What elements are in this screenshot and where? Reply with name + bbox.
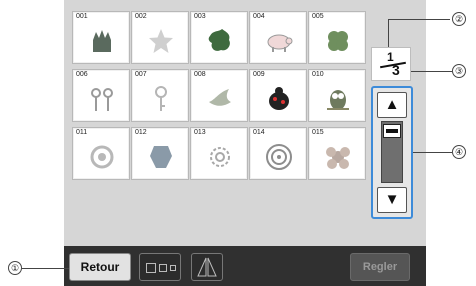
owl-icon [327, 90, 349, 110]
filigree-icon [210, 147, 230, 167]
pattern-selection-screen: 001 002 003 004 005 006 007 008 009 010 011 012 013 0… [64, 0, 426, 286]
scroll-control: ▲ ▼ [371, 86, 413, 219]
ornament-icon [90, 145, 114, 169]
size-large-icon [146, 263, 156, 273]
pattern-number: 003 [194, 13, 206, 20]
size-small-icon [170, 265, 176, 271]
pattern-number: 006 [76, 71, 88, 78]
callout-2-line [388, 19, 450, 20]
pattern-cell[interactable]: 014 [249, 127, 307, 180]
pattern-cell[interactable]: 005 [308, 11, 366, 64]
pattern-number: 008 [194, 71, 206, 78]
pattern-number: 001 [76, 13, 88, 20]
key-icon [155, 86, 167, 111]
pattern-cell[interactable]: 013 [190, 127, 248, 180]
callout-2-line-vertical [388, 19, 389, 47]
total-pages: 3 [392, 62, 400, 78]
star-icon [149, 29, 173, 53]
pattern-number: 005 [312, 13, 324, 20]
pattern-number: 004 [253, 13, 265, 20]
pattern-number: 007 [135, 71, 147, 78]
regler-button[interactable]: Regler [350, 253, 410, 281]
lion-crest-icon [150, 146, 172, 168]
pattern-cell[interactable]: 008 [190, 69, 248, 122]
pattern-cell[interactable]: 004 [249, 11, 307, 64]
size-button[interactable] [139, 253, 181, 281]
pattern-cell[interactable]: 003 [190, 11, 248, 64]
floral-icon [326, 147, 350, 169]
callout-1-line [22, 268, 69, 269]
callout-1: ① [8, 261, 22, 275]
pattern-number: 013 [194, 129, 206, 136]
pattern-number: 012 [135, 129, 147, 136]
scroll-track[interactable] [381, 121, 403, 183]
callout-4: ④ [452, 145, 466, 159]
pattern-number: 009 [253, 71, 265, 78]
mirror-button[interactable] [191, 253, 223, 281]
page-indicator: 1 3 [371, 47, 411, 81]
map-icon [208, 29, 230, 51]
callout-2: ② [452, 12, 466, 26]
ladybug-icon [269, 87, 289, 110]
cherries-icon [91, 88, 113, 111]
pattern-cell[interactable]: 006 [72, 69, 130, 122]
callout-3: ③ [452, 64, 466, 78]
pattern-cell[interactable]: 001 [72, 11, 130, 64]
clover-icon [328, 31, 348, 51]
pattern-cell[interactable]: 007 [131, 69, 189, 122]
pattern-cell[interactable]: 002 [131, 11, 189, 64]
pattern-number: 010 [312, 71, 324, 78]
scroll-down-button[interactable]: ▼ [377, 187, 407, 213]
pattern-cell[interactable]: 010 [308, 69, 366, 122]
medallion-icon [266, 144, 292, 170]
pattern-number: 015 [312, 129, 324, 136]
dove-icon [209, 89, 231, 106]
scroll-thumb[interactable] [383, 124, 401, 138]
crown-icon [93, 30, 111, 52]
size-medium-icon [159, 264, 167, 272]
pattern-cell[interactable]: 015 [308, 127, 366, 180]
pattern-number: 011 [76, 129, 88, 136]
callout-4-line [413, 152, 452, 153]
pattern-cell[interactable]: 009 [249, 69, 307, 122]
callout-3-line [411, 71, 452, 72]
pattern-number: 002 [135, 13, 147, 20]
mirror-icon [197, 257, 217, 277]
retour-button[interactable]: Retour [69, 253, 131, 281]
scroll-up-button[interactable]: ▲ [377, 92, 407, 118]
pattern-cell[interactable]: 011 [72, 127, 130, 180]
pattern-panel: 001 002 003 004 005 006 007 008 009 010 011 012 013 0… [64, 0, 426, 246]
pattern-cell[interactable]: 012 [131, 127, 189, 180]
pattern-number: 014 [253, 129, 265, 136]
pig-icon [267, 34, 293, 52]
